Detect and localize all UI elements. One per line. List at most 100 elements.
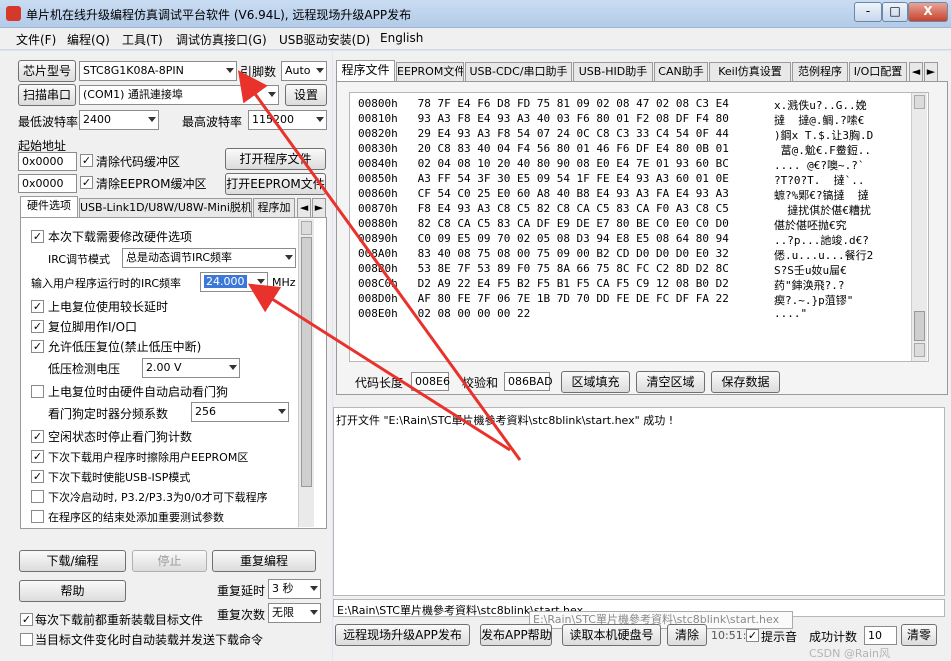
scan-port-button[interactable]: 扫描串口 <box>18 84 76 106</box>
publish-help-button[interactable]: 发布APP帮助 <box>480 624 552 646</box>
options-scrollbar[interactable] <box>298 219 314 527</box>
hex-address: 008C0h <box>358 277 398 290</box>
hex-address: 00840h <box>358 157 398 170</box>
prompt-sound-checkbox[interactable]: ✓ <box>746 629 759 642</box>
tab-usb-hid[interactable]: USB-HID助手 <box>573 62 653 82</box>
save-data-button[interactable]: 保存数据 <box>711 371 780 393</box>
hex-address: 00880h <box>358 217 398 230</box>
pin-count-select[interactable]: Auto <box>281 61 327 81</box>
hex-row: 00830h 20 C8 83 40 04 F4 56 80 01 46 F6 … <box>358 142 871 157</box>
tab-scroll-left-icon[interactable]: ◄ <box>297 198 311 218</box>
max-baud-select[interactable]: 115200 <box>248 110 327 130</box>
port-select[interactable]: (COM1) 通訊連接埠 <box>79 85 279 105</box>
close-button[interactable]: X <box>908 2 948 22</box>
menu-debug[interactable]: 调试仿真接口(G) <box>176 31 267 48</box>
auto-send-on-change-checkbox[interactable] <box>20 633 33 646</box>
hex-viewer[interactable]: 00800h 78 7F E4 F6 D8 FD 75 81 09 02 08 … <box>349 92 929 362</box>
tab-hardware-options[interactable]: 硬件选项 <box>20 196 78 218</box>
scroll-thumb[interactable] <box>301 237 312 487</box>
tab-io-config[interactable]: I/O口配置 <box>849 62 907 82</box>
tab-eeprom-file[interactable]: EEPROM文件 <box>396 62 464 82</box>
code-length-label: 代码长度 <box>355 376 404 390</box>
reprogram-button[interactable]: 重复编程 <box>212 550 316 572</box>
prompt-sound-label: 提示音 <box>761 630 798 644</box>
log-area[interactable]: 打开文件 "E:\Rain\STC單片機參考資料\stc8blink\start… <box>333 407 945 596</box>
menu-usb-driver[interactable]: USB驱动安装(D) <box>279 31 370 48</box>
scroll-thumb[interactable] <box>914 311 925 341</box>
clear-button[interactable]: 清除 <box>667 624 707 646</box>
cold-start-checkbox[interactable] <box>31 490 44 503</box>
code-address-input[interactable]: 0x0000 <box>18 152 77 171</box>
menu-english[interactable]: English <box>380 31 423 45</box>
repeat-delay-select[interactable]: 3 秒 <box>268 579 321 599</box>
clear-eeprom-buffer-checkbox[interactable]: ✓ <box>80 176 93 189</box>
hex-address: 00830h <box>358 142 398 155</box>
erase-eeprom-checkbox[interactable]: ✓ <box>31 450 44 463</box>
chevron-down-icon <box>285 255 293 260</box>
clear-zero-button[interactable]: 清零 <box>901 624 937 646</box>
add-param-end-label: 在程序区的结束处添加重要测试参数 <box>48 511 224 524</box>
min-baud-label: 最低波特率 <box>18 115 79 129</box>
tab-scroll-right-icon[interactable]: ► <box>924 62 938 82</box>
hex-row: 00800h 78 7F E4 F6 D8 FD 75 81 09 02 08 … <box>358 97 867 112</box>
min-baud-select[interactable]: 2400 <box>79 110 159 130</box>
usb-isp-label: 下次下载时使能USB-ISP模式 <box>48 471 191 484</box>
erase-eeprom-label: 下次下载用户程序时擦除用户EEPROM区 <box>48 451 249 464</box>
irc-freq-value: 24.000 <box>204 275 247 288</box>
tab-usb-link[interactable]: USB-Link1D/U8W/U8W-Mini脱机 <box>79 198 252 218</box>
menu-file[interactable]: 文件(F) <box>16 31 56 48</box>
code-length-value: 008E6 <box>411 372 450 391</box>
download-button[interactable]: 下载/编程 <box>19 550 126 572</box>
tab-scroll-left-icon[interactable]: ◄ <box>909 62 923 82</box>
open-program-file-button[interactable]: 打开程序文件 <box>225 148 326 170</box>
tab-keil-sim[interactable]: Keil仿真设置 <box>709 62 791 82</box>
hex-address: 00870h <box>358 202 398 215</box>
tab-can[interactable]: CAN助手 <box>654 62 708 82</box>
remote-upgrade-button[interactable]: 远程现场升级APP发布 <box>335 624 470 646</box>
settings-button[interactable]: 设置 <box>285 84 327 106</box>
irc-freq-select[interactable]: 24.000 <box>200 272 268 292</box>
right-panel: 程序文件 EEPROM文件 USB-CDC/串口助手 USB-HID助手 CAN… <box>333 51 951 661</box>
stop-button[interactable]: 停止 <box>132 550 207 572</box>
scroll-up-arrow-icon[interactable] <box>301 221 312 235</box>
repeat-count-select[interactable]: 无限 <box>268 603 321 623</box>
usb-isp-checkbox[interactable]: ✓ <box>31 470 44 483</box>
menu-tools[interactable]: 工具(T) <box>122 31 163 48</box>
low-voltage-threshold-select[interactable]: 2.00 V <box>142 358 240 378</box>
tab-program-encrypt[interactable]: 程序加 <box>253 198 295 218</box>
fill-region-button[interactable]: 区域填充 <box>561 371 630 393</box>
tab-examples[interactable]: 范例程序 <box>792 62 848 82</box>
add-param-end-checkbox[interactable] <box>31 510 44 523</box>
reload-hw-options-checkbox[interactable]: ✓ <box>31 230 44 243</box>
eeprom-address-input[interactable]: 0x0000 <box>18 174 77 193</box>
max-baud-value: 115200 <box>252 113 294 126</box>
hex-ascii: S?S壬u奻u屇€ <box>774 264 847 277</box>
chevron-down-icon <box>229 365 237 370</box>
reload-each-time-checkbox[interactable]: ✓ <box>20 613 33 626</box>
hex-ascii: 撻 撻@.鲷.?嗦€ <box>774 114 865 127</box>
low-voltage-reset-checkbox[interactable]: ✓ <box>31 340 44 353</box>
minimize-button[interactable]: - <box>854 2 882 22</box>
tab-usb-cdc[interactable]: USB-CDC/串口助手 <box>465 62 572 82</box>
chip-model-button[interactable]: 芯片型号 <box>18 60 76 82</box>
scroll-up-arrow-icon[interactable] <box>914 95 925 109</box>
read-disk-button[interactable]: 读取本机硬盘号 <box>562 624 661 646</box>
chip-model-select[interactable]: STC8G1K08A-8PIN <box>79 61 237 81</box>
open-eeprom-file-button[interactable]: 打开EEPROM文件 <box>225 173 326 195</box>
menu-program[interactable]: 编程(Q) <box>67 31 110 48</box>
clear-code-buffer-checkbox[interactable]: ✓ <box>80 154 93 167</box>
power-on-delay-checkbox[interactable]: ✓ <box>31 300 44 313</box>
scroll-down-arrow-icon[interactable] <box>914 343 925 357</box>
tab-program-file[interactable]: 程序文件 <box>336 60 395 82</box>
hex-ascii: 撻扰倛於偡€糟扰 <box>774 204 871 217</box>
maximize-button[interactable]: □ <box>882 2 908 22</box>
help-button[interactable]: 帮助 <box>19 580 126 602</box>
watchdog-auto-start-checkbox[interactable] <box>31 385 44 398</box>
watchdog-prescale-select[interactable]: 256 <box>191 402 289 422</box>
tab-scroll-right-icon[interactable]: ► <box>312 198 326 218</box>
irc-mode-select[interactable]: 总是动态调节IRC频率 <box>122 248 296 268</box>
watchdog-idle-stop-checkbox[interactable]: ✓ <box>31 430 44 443</box>
reset-pin-io-checkbox[interactable]: ✓ <box>31 320 44 333</box>
hex-scrollbar[interactable] <box>911 93 927 361</box>
clear-region-button[interactable]: 清空区域 <box>636 371 705 393</box>
